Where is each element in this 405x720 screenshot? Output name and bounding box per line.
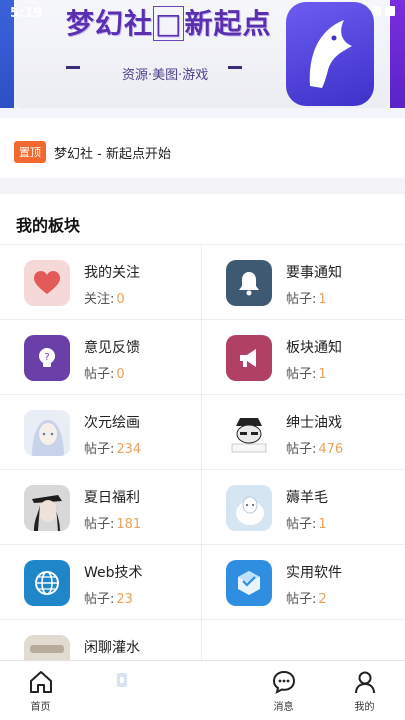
board-item[interactable]: 次元绘画帖子: 234 (0, 394, 202, 469)
board-name: Web技术 (84, 565, 143, 581)
board-stat-label: 帖子: (286, 592, 317, 607)
banner-dash-right (228, 66, 242, 69)
board-stat: 帖子: 181 (84, 513, 141, 532)
board-name: 要事通知 (286, 265, 342, 281)
megaphone-icon (226, 335, 272, 381)
board-stat-count: 2 (318, 592, 327, 607)
board-stat: 帖子: 1 (286, 363, 327, 382)
board-stat-label: 帖子: (286, 367, 317, 382)
anime-girl-icon (24, 410, 70, 456)
board-item[interactable]: ? 意见反馈帖子: 0 (0, 319, 202, 394)
board-stat-label: 帖子: (84, 367, 115, 382)
user-icon (354, 671, 375, 694)
signal-icon (373, 6, 381, 16)
nav-publish[interactable] (81, 661, 162, 720)
sheep-icon (226, 485, 272, 531)
board-stat-label: 帖子: (286, 442, 317, 457)
nav-home-label: 首页 (30, 702, 51, 713)
banner[interactable]: 梦幻社□新起点 资源·美图·游戏 5:19 (0, 0, 405, 118)
globe-icon (24, 560, 70, 606)
board-stat-count: 1 (318, 367, 327, 382)
section-divider (0, 178, 405, 194)
pinned-badge: 置顶 (14, 141, 46, 163)
board-stat: 帖子: 1 (286, 513, 327, 532)
notice-text: 梦幻社 - 新起点开始 (54, 146, 171, 162)
svg-text:?: ? (44, 352, 49, 363)
board-stat: 帖子: 476 (286, 438, 343, 457)
banner-subtitle: 资源·美图·游戏 (122, 68, 209, 83)
meme-face-icon (226, 410, 272, 456)
nav-message[interactable]: 消息 (243, 661, 324, 720)
banner-title: 梦幻社□新起点 (66, 6, 272, 41)
board-name: 夏日福利 (84, 490, 140, 506)
section-title: 我的板块 (16, 216, 81, 235)
board-stat-label: 帖子: (84, 592, 115, 607)
publish-icon (116, 673, 127, 687)
board-item[interactable]: 要事通知帖子: 1 (202, 244, 405, 319)
board-stat-count: 1 (318, 292, 327, 307)
banner-dash-left (66, 66, 80, 69)
board-name: 板块通知 (286, 340, 342, 356)
board-stat-count: 0 (116, 292, 125, 307)
board-stat: 帖子: 1 (286, 288, 327, 307)
board-stat-label: 关注: (84, 292, 115, 307)
board-name: 次元绘画 (84, 415, 140, 431)
board-name: 实用软件 (286, 565, 342, 581)
board-stat-label: 帖子: (286, 292, 317, 307)
status-time: 5:19 (10, 6, 43, 21)
board-stat: 帖子: 23 (84, 588, 133, 607)
nav-me[interactable]: 我的 (324, 661, 405, 720)
board-stat: 帖子: 0 (84, 363, 125, 382)
board-item[interactable]: Web技术帖子: 23 (0, 544, 202, 619)
board-stat-count: 0 (116, 367, 125, 382)
board-item[interactable]: 我的关注关注: 0 (0, 244, 202, 319)
message-icon (272, 670, 295, 694)
board-stat-label: 帖子: (84, 517, 115, 532)
nav-empty (162, 661, 243, 720)
board-name: 意见反馈 (84, 340, 140, 356)
software-box-icon (226, 560, 272, 606)
board-stat: 帖子: 234 (84, 438, 141, 457)
home-icon (29, 671, 52, 693)
bottom-nav: 首页 消息 我的 (0, 660, 405, 720)
board-grid: 我的关注 关注: 0 要事通知 帖子: 1? 意见反馈 帖子: 0 板块通知 帖子: 1 次元绘画 帖子:… (0, 244, 405, 694)
nav-message-label: 消息 (273, 702, 294, 713)
board-name: 薅羊毛 (286, 490, 328, 506)
board-item[interactable]: 夏日福利帖子: 181 (0, 469, 202, 544)
banner-edge-right (390, 0, 405, 108)
board-stat-label: 帖子: (286, 517, 317, 532)
battery-icon (385, 6, 395, 16)
lightbulb-icon: ? (24, 335, 70, 381)
board-item[interactable]: 板块通知帖子: 1 (202, 319, 405, 394)
nav-me-label: 我的 (354, 702, 375, 713)
bell-icon (226, 260, 272, 306)
pinned-notice[interactable]: 置顶 梦幻社 - 新起点开始 (0, 132, 405, 172)
girl-photo-icon (24, 485, 70, 531)
board-name: 我的关注 (84, 265, 140, 281)
heart-icon (24, 260, 70, 306)
board-stat-count: 181 (116, 517, 142, 532)
board-item[interactable]: 实用软件帖子: 2 (202, 544, 405, 619)
app-page: 梦幻社□新起点 资源·美图·游戏 5:19 置顶 梦幻社 - 新起点开始 我的板… (0, 0, 405, 720)
board-item[interactable]: 薅羊毛帖子: 1 (202, 469, 405, 544)
board-stat: 帖子: 2 (286, 588, 327, 607)
board-name: 绅士油戏 (286, 415, 342, 431)
board-stat-count: 23 (116, 592, 133, 607)
board-item[interactable]: 绅士油戏帖子: 476 (202, 394, 405, 469)
status-icons (373, 6, 395, 16)
board-name: 闲聊灌水 (84, 640, 140, 656)
board-stat-count: 476 (318, 442, 344, 457)
bird-logo-icon (286, 2, 374, 106)
board-stat-label: 帖子: (84, 442, 115, 457)
nav-home[interactable]: 首页 (0, 661, 81, 720)
board-stat-count: 1 (318, 517, 327, 532)
board-stat-count: 234 (116, 442, 142, 457)
board-stat: 关注: 0 (84, 288, 125, 307)
banner-card[interactable]: 梦幻社□新起点 资源·美图·游戏 (14, 0, 390, 108)
